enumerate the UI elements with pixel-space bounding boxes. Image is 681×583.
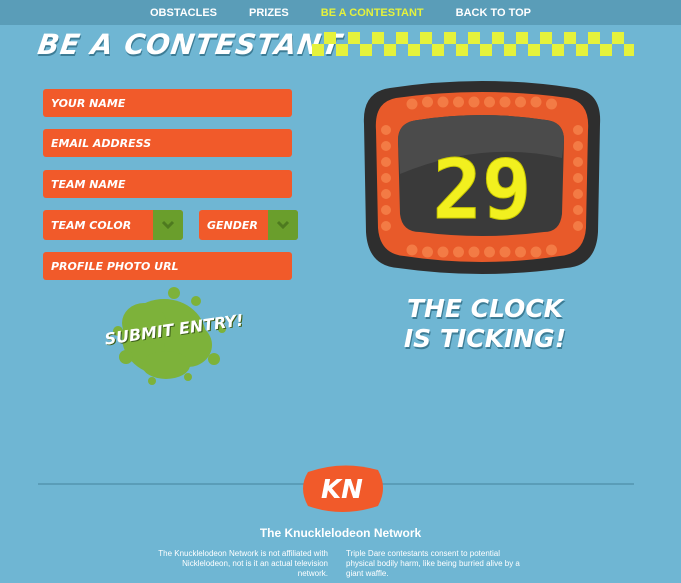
gender-label: GENDER xyxy=(207,218,258,232)
bulb-icon xyxy=(484,96,495,108)
bulb-icon xyxy=(381,189,391,199)
bulb-icon xyxy=(530,96,542,108)
clock-caption-line1: THE CLOCK xyxy=(406,294,564,323)
bulb-icon xyxy=(546,244,557,256)
gender-select[interactable]: GENDER xyxy=(199,210,298,240)
clock-caption: THE CLOCK IS TICKING! xyxy=(380,294,590,354)
bulb-icon xyxy=(381,141,391,151)
bulb-icon xyxy=(515,246,526,258)
bulb-icon xyxy=(437,246,449,258)
team-color-select[interactable]: TEAM COLOR xyxy=(43,210,183,240)
bulb-icon xyxy=(499,96,511,108)
kn-logo[interactable]: KN xyxy=(300,462,384,514)
clock-digits: 29 xyxy=(432,143,532,239)
bulb-icon xyxy=(468,246,480,258)
bulb-icon xyxy=(530,246,542,258)
bulb-icon xyxy=(573,205,583,215)
bulb-icon xyxy=(499,246,511,258)
bulb-icon xyxy=(573,189,583,199)
nav-be-a-contestant[interactable]: BE A CONTESTANT xyxy=(321,7,424,19)
clock-value: 29 xyxy=(433,143,532,238)
bulb-icon xyxy=(381,205,391,215)
team-name-field[interactable] xyxy=(43,170,292,198)
email-field[interactable] xyxy=(43,129,292,157)
bulb-icon xyxy=(437,96,449,108)
name-field[interactable] xyxy=(43,89,292,117)
team-color-label: TEAM COLOR xyxy=(51,218,132,232)
bulb-icon xyxy=(381,157,391,167)
checker-banner xyxy=(312,32,634,56)
bulb-icon xyxy=(453,246,464,258)
nav-obstacles[interactable]: OBSTACLES xyxy=(150,7,217,19)
top-nav: OBSTACLES PRIZES BE A CONTESTANT BACK TO… xyxy=(0,0,681,25)
bulb-icon xyxy=(381,221,391,231)
page-title: BE A CONTESTANT xyxy=(35,28,345,61)
email-input[interactable] xyxy=(51,136,292,150)
bulb-icon xyxy=(573,157,583,167)
team-name-input[interactable] xyxy=(51,177,292,191)
nav-back-to-top[interactable]: BACK TO TOP xyxy=(456,7,531,19)
bulb-icon xyxy=(422,246,433,258)
logo-text: KN xyxy=(321,475,363,505)
clock-caption-line2: IS TICKING! xyxy=(403,324,567,353)
bulb-icon xyxy=(546,98,557,110)
bulb-icon xyxy=(573,173,583,183)
bulb-icon xyxy=(406,98,418,110)
bulb-icon xyxy=(573,125,583,135)
chevron-down-icon[interactable] xyxy=(268,210,298,240)
bulb-icon xyxy=(573,141,583,151)
disclaimer-right: Triple Dare contestants consent to poten… xyxy=(346,549,520,578)
bulb-icon xyxy=(515,96,526,108)
name-input[interactable] xyxy=(51,96,292,110)
countdown-clock: 29 xyxy=(363,81,601,274)
bulb-icon xyxy=(453,96,464,108)
bulb-icon xyxy=(422,96,433,108)
chevron-down-icon[interactable] xyxy=(153,210,183,240)
bulb-icon xyxy=(468,96,480,108)
nav-prizes[interactable]: PRIZES xyxy=(249,7,289,19)
bulb-icon xyxy=(381,125,391,135)
bulb-icon xyxy=(484,246,495,258)
bulb-icon xyxy=(381,173,391,183)
photo-url-field[interactable] xyxy=(43,252,292,280)
bulb-icon xyxy=(406,244,418,256)
bulb-icon xyxy=(573,221,583,231)
photo-url-input[interactable] xyxy=(51,259,292,273)
disclaimer-left: The Knucklelodeon Network is not affilia… xyxy=(158,549,328,578)
network-name: The Knucklelodeon Network xyxy=(259,526,422,540)
